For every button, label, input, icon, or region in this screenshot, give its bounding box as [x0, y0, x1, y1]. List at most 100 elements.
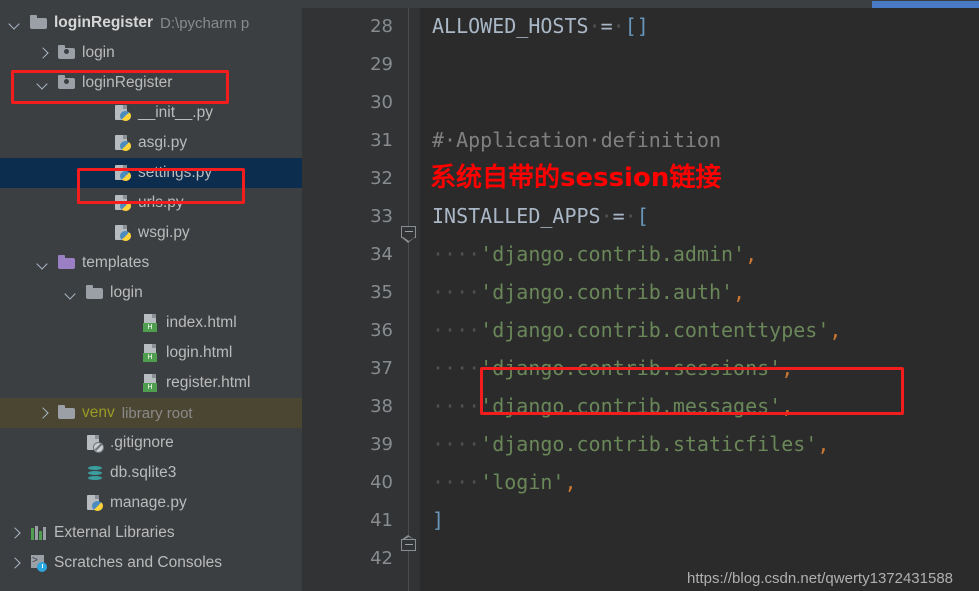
folder-icon	[58, 404, 76, 422]
chevron-down-icon[interactable]	[36, 256, 50, 270]
code-token-ws: ····	[432, 470, 481, 494]
tree-item-sublabel: library root	[121, 404, 193, 422]
tree-item-scratches-and-consoles[interactable]: > Scratches and Consoles	[0, 548, 302, 578]
tree-item-settings-py[interactable]: settings.py	[0, 158, 302, 188]
tree-item-label: __init__.py	[138, 104, 213, 121]
code-line[interactable]: ····'django.contrib.sessions',	[432, 349, 793, 387]
tree-item-label: db.sqlite3	[110, 464, 177, 481]
code-text-area[interactable]: ALLOWED_HOSTS·=·[] #·Application·definiti…	[420, 8, 979, 591]
code-token-ws: ····	[432, 318, 481, 342]
tree-item-templates[interactable]: templates	[0, 248, 302, 278]
python-file-icon	[114, 164, 132, 182]
code-token-str: 'django.contrib.admin'	[480, 242, 746, 266]
code-token-str: 'django.contrib.staticfiles'	[480, 432, 818, 456]
scratches-icon: >	[30, 554, 48, 572]
tree-item-loginregister[interactable]: loginRegister D:\pycharm p	[0, 8, 302, 38]
tree-item-label: loginRegister	[82, 74, 173, 91]
code-fold-rail	[408, 8, 409, 591]
code-token-str: 'login'	[480, 470, 565, 494]
tree-item-manage-py[interactable]: manage.py	[0, 488, 302, 518]
gitignore-file-icon	[86, 434, 104, 453]
python-file-icon	[86, 494, 104, 512]
code-line[interactable]: #·Application·definition	[432, 121, 721, 159]
code-editor[interactable]: 28 29 30 31 32 33 34 35 36 37 38 39 40 41 42 ALLOWED_H…	[302, 8, 979, 591]
code-line[interactable]: ALLOWED_HOSTS·=·[]	[432, 8, 649, 45]
code-token-str: 'django.contrib.messages'	[480, 394, 782, 418]
line-number: 33	[370, 206, 393, 227]
html-file-icon: H	[142, 344, 160, 362]
tree-item-login[interactable]: login	[0, 38, 302, 68]
chinese-annotation-text: 系统自带的session链接	[430, 163, 722, 193]
code-token-ws: ····	[432, 432, 481, 456]
tree-item-register-html[interactable]: Hregister.html	[0, 368, 302, 398]
tree-item-label: login	[110, 284, 143, 301]
line-number: 31	[370, 130, 393, 151]
tree-item-init-py[interactable]: __init__.py	[0, 98, 302, 128]
tree-item-label: settings.py	[138, 164, 213, 181]
tree-item-login-html[interactable]: Hlogin.html	[0, 338, 302, 368]
chevron-right-icon[interactable]	[8, 526, 22, 540]
chevron-right-icon[interactable]	[8, 556, 22, 570]
tree-item-asgi-py[interactable]: asgi.py	[0, 128, 302, 158]
html-file-icon: H	[142, 374, 160, 392]
code-token-str: 'django.contrib.sessions'	[480, 356, 782, 380]
tree-item-login[interactable]: login	[0, 278, 302, 308]
folder-icon	[58, 254, 76, 272]
code-token-brk: ]	[432, 508, 445, 532]
tree-item-label: index.html	[166, 314, 237, 331]
line-number: 30	[370, 92, 393, 113]
code-token-op: =	[600, 14, 613, 38]
tree-item-label: Scratches and Consoles	[54, 554, 223, 571]
code-line[interactable]: ····'django.contrib.messages',	[432, 387, 793, 425]
tree-item-label: wsgi.py	[138, 224, 190, 241]
code-token-ws: ·	[612, 14, 625, 38]
tree-item-index-html[interactable]: Hindex.html	[0, 308, 302, 338]
tree-item-label: templates	[82, 254, 150, 271]
line-number: 37	[370, 358, 393, 379]
code-line[interactable]: ····'login',	[432, 463, 577, 501]
tree-item-venv[interactable]: venv library root	[0, 398, 302, 428]
line-number: 36	[370, 320, 393, 341]
line-number: 28	[370, 16, 393, 37]
code-token-ws: ·	[624, 204, 637, 228]
fold-marker-open-line-33[interactable]	[401, 226, 416, 243]
code-line[interactable]: ]	[432, 501, 444, 539]
horizontal-scrollbar-thumb[interactable]	[872, 1, 979, 8]
code-token-op: =	[612, 204, 625, 228]
line-number: 38	[370, 396, 393, 417]
folder-icon	[86, 284, 104, 302]
chevron-down-icon[interactable]	[64, 286, 78, 300]
code-line[interactable]: ····'django.contrib.staticfiles',	[432, 425, 829, 463]
code-line[interactable]: ····'django.contrib.contenttypes',	[432, 311, 841, 349]
tree-item-gitignore[interactable]: .gitignore	[0, 428, 302, 458]
line-number: 39	[370, 434, 393, 455]
chevron-right-icon[interactable]	[36, 406, 50, 420]
code-token-var: ALLOWED_HOSTS	[432, 14, 589, 38]
line-number: 29	[370, 54, 393, 75]
chevron-down-icon[interactable]	[8, 16, 22, 30]
pycharm-window: loginRegister D:\pycharm p login loginRegis…	[0, 0, 979, 591]
code-token-ws: ····	[432, 394, 481, 418]
project-tree-panel[interactable]: loginRegister D:\pycharm p login loginRegis…	[0, 8, 302, 591]
tree-item-db-sqlite3[interactable]: db.sqlite3	[0, 458, 302, 488]
python-file-icon	[114, 224, 132, 242]
chevron-right-icon[interactable]	[36, 46, 50, 60]
tree-item-loginregister[interactable]: loginRegister	[0, 68, 302, 98]
tree-item-label: venv	[82, 404, 115, 421]
code-line[interactable]: ····'django.contrib.auth',	[432, 273, 745, 311]
code-line[interactable]: INSTALLED_APPS·=·[	[432, 197, 649, 235]
code-token-comment: #·Application·definition	[432, 128, 721, 152]
tree-item-label: urls.py	[138, 194, 184, 211]
top-strip	[0, 0, 979, 8]
code-line[interactable]: ····'django.contrib.admin',	[432, 235, 757, 273]
python-file-icon	[114, 104, 132, 122]
tree-item-urls-py[interactable]: urls.py	[0, 188, 302, 218]
tree-item-wsgi-py[interactable]: wsgi.py	[0, 218, 302, 248]
tree-item-external-libraries[interactable]: External Libraries	[0, 518, 302, 548]
chevron-down-icon[interactable]	[36, 76, 50, 90]
fold-marker-close-line-41[interactable]	[401, 535, 416, 556]
